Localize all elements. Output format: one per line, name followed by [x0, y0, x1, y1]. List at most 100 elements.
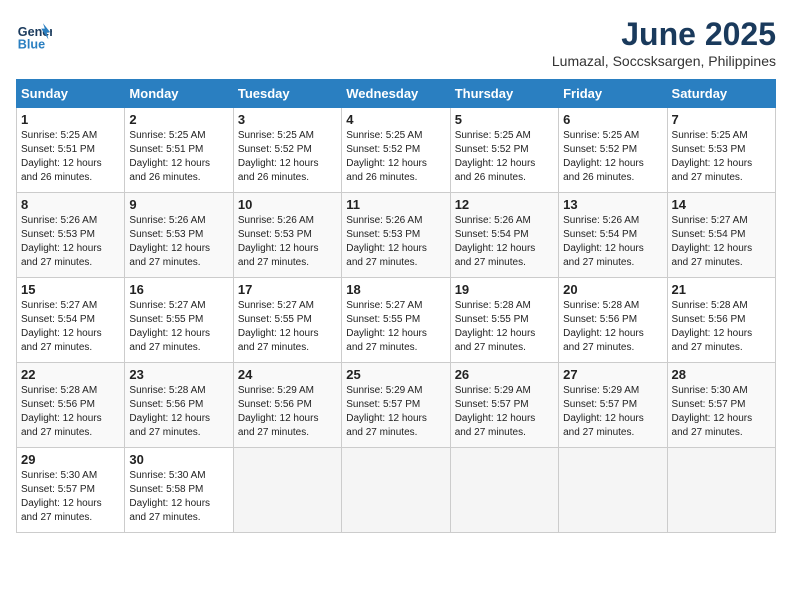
day-number: 10 [238, 197, 337, 212]
day-number: 8 [21, 197, 120, 212]
day-info: Sunrise: 5:27 AMSunset: 5:55 PMDaylight:… [346, 299, 445, 355]
day-info: Sunrise: 5:25 AMSunset: 5:53 PMDaylight:… [672, 129, 771, 185]
calendar-cell: 30 Sunrise: 5:30 AMSunset: 5:58 PMDayligh… [125, 448, 233, 533]
calendar-table: Sunday Monday Tuesday Wednesday Thursday… [16, 79, 776, 533]
day-number: 21 [672, 282, 771, 297]
day-info: Sunrise: 5:26 AMSunset: 5:53 PMDaylight:… [129, 214, 228, 270]
calendar-cell: 18 Sunrise: 5:27 AMSunset: 5:55 PMDayligh… [342, 278, 450, 363]
day-number: 12 [455, 197, 554, 212]
calendar-cell: 15 Sunrise: 5:27 AMSunset: 5:54 PMDayligh… [17, 278, 125, 363]
day-number: 19 [455, 282, 554, 297]
day-info: Sunrise: 5:27 AMSunset: 5:54 PMDaylight:… [21, 299, 120, 355]
calendar-week-4: 22 Sunrise: 5:28 AMSunset: 5:56 PMDayligh… [17, 363, 776, 448]
col-sunday: Sunday [17, 80, 125, 108]
day-number: 22 [21, 367, 120, 382]
day-number: 16 [129, 282, 228, 297]
day-info: Sunrise: 5:25 AMSunset: 5:52 PMDaylight:… [563, 129, 662, 185]
day-number: 24 [238, 367, 337, 382]
calendar-cell: 29 Sunrise: 5:30 AMSunset: 5:57 PMDayligh… [17, 448, 125, 533]
day-info: Sunrise: 5:28 AMSunset: 5:56 PMDaylight:… [21, 384, 120, 440]
day-number: 15 [21, 282, 120, 297]
col-saturday: Saturday [667, 80, 775, 108]
calendar-cell: 22 Sunrise: 5:28 AMSunset: 5:56 PMDayligh… [17, 363, 125, 448]
day-number: 9 [129, 197, 228, 212]
day-info: Sunrise: 5:25 AMSunset: 5:52 PMDaylight:… [346, 129, 445, 185]
calendar-week-1: 1 Sunrise: 5:25 AMSunset: 5:51 PMDaylight… [17, 108, 776, 193]
day-info: Sunrise: 5:28 AMSunset: 5:56 PMDaylight:… [563, 299, 662, 355]
calendar-cell: 11 Sunrise: 5:26 AMSunset: 5:53 PMDayligh… [342, 193, 450, 278]
col-friday: Friday [559, 80, 667, 108]
calendar-cell: 20 Sunrise: 5:28 AMSunset: 5:56 PMDayligh… [559, 278, 667, 363]
calendar-cell: 5Sunrise: 5:25 AMSunset: 5:52 PMDaylight… [450, 108, 558, 193]
calendar-cell: 21 Sunrise: 5:28 AMSunset: 5:56 PMDayligh… [667, 278, 775, 363]
header-row: Sunday Monday Tuesday Wednesday Thursday… [17, 80, 776, 108]
day-number: 30 [129, 452, 228, 467]
calendar-cell: 7 Sunrise: 5:25 AMSunset: 5:53 PMDaylight… [667, 108, 775, 193]
day-info: Sunrise: 5:28 AMSunset: 5:55 PMDaylight:… [455, 299, 554, 355]
day-info: Sunrise: 5:27 AMSunset: 5:55 PMDaylight:… [129, 299, 228, 355]
calendar-cell: 16 Sunrise: 5:27 AMSunset: 5:55 PMDayligh… [125, 278, 233, 363]
day-info: Sunrise: 5:29 AMSunset: 5:57 PMDaylight:… [563, 384, 662, 440]
calendar-cell [667, 448, 775, 533]
day-number: 7 [672, 112, 771, 127]
day-number: 17 [238, 282, 337, 297]
page-header: General Blue June 2025 Lumazal, Soccsksa… [16, 16, 776, 69]
day-info: Sunrise: 5:26 AMSunset: 5:54 PMDaylight:… [455, 214, 554, 270]
calendar-cell [342, 448, 450, 533]
day-number: 2 [129, 112, 228, 127]
calendar-cell: 17 Sunrise: 5:27 AMSunset: 5:55 PMDayligh… [233, 278, 341, 363]
day-info: Sunrise: 5:30 AMSunset: 5:57 PMDaylight:… [672, 384, 771, 440]
calendar-title: June 2025 [552, 16, 776, 53]
calendar-cell: 26Sunrise: 5:29 AMSunset: 5:57 PMDayligh… [450, 363, 558, 448]
day-info: Sunrise: 5:26 AMSunset: 5:53 PMDaylight:… [21, 214, 120, 270]
calendar-cell: 3Sunrise: 5:25 AMSunset: 5:52 PMDaylight… [233, 108, 341, 193]
calendar-cell: 23Sunrise: 5:28 AMSunset: 5:56 PMDayligh… [125, 363, 233, 448]
day-info: Sunrise: 5:25 AMSunset: 5:51 PMDaylight:… [129, 129, 228, 185]
day-info: Sunrise: 5:26 AMSunset: 5:54 PMDaylight:… [563, 214, 662, 270]
calendar-cell [233, 448, 341, 533]
day-info: Sunrise: 5:25 AMSunset: 5:52 PMDaylight:… [455, 129, 554, 185]
calendar-cell: 10 Sunrise: 5:26 AMSunset: 5:53 PMDayligh… [233, 193, 341, 278]
calendar-cell: 8 Sunrise: 5:26 AMSunset: 5:53 PMDaylight… [17, 193, 125, 278]
calendar-cell: 27Sunrise: 5:29 AMSunset: 5:57 PMDayligh… [559, 363, 667, 448]
calendar-cell: 13 Sunrise: 5:26 AMSunset: 5:54 PMDayligh… [559, 193, 667, 278]
calendar-cell: 19 Sunrise: 5:28 AMSunset: 5:55 PMDayligh… [450, 278, 558, 363]
calendar-cell: 14Sunrise: 5:27 AMSunset: 5:54 PMDayligh… [667, 193, 775, 278]
day-info: Sunrise: 5:26 AMSunset: 5:53 PMDaylight:… [238, 214, 337, 270]
day-info: Sunrise: 5:29 AMSunset: 5:57 PMDaylight:… [346, 384, 445, 440]
day-number: 13 [563, 197, 662, 212]
day-number: 26 [455, 367, 554, 382]
day-info: Sunrise: 5:27 AMSunset: 5:55 PMDaylight:… [238, 299, 337, 355]
day-info: Sunrise: 5:25 AMSunset: 5:51 PMDaylight:… [21, 129, 120, 185]
calendar-cell: 1 Sunrise: 5:25 AMSunset: 5:51 PMDaylight… [17, 108, 125, 193]
day-number: 3 [238, 112, 337, 127]
day-info: Sunrise: 5:30 AMSunset: 5:57 PMDaylight:… [21, 469, 120, 525]
calendar-cell: 12 Sunrise: 5:26 AMSunset: 5:54 PMDayligh… [450, 193, 558, 278]
col-monday: Monday [125, 80, 233, 108]
day-number: 29 [21, 452, 120, 467]
calendar-cell: 9 Sunrise: 5:26 AMSunset: 5:53 PMDaylight… [125, 193, 233, 278]
calendar-cell: 25Sunrise: 5:29 AMSunset: 5:57 PMDayligh… [342, 363, 450, 448]
calendar-cell: 4Sunrise: 5:25 AMSunset: 5:52 PMDaylight… [342, 108, 450, 193]
calendar-subtitle: Lumazal, Soccsksargen, Philippines [552, 53, 776, 69]
day-number: 18 [346, 282, 445, 297]
calendar-cell: 28 Sunrise: 5:30 AMSunset: 5:57 PMDayligh… [667, 363, 775, 448]
day-number: 6 [563, 112, 662, 127]
day-number: 11 [346, 197, 445, 212]
logo-icon: General Blue [16, 16, 52, 52]
logo: General Blue [16, 16, 52, 52]
calendar-week-5: 29 Sunrise: 5:30 AMSunset: 5:57 PMDayligh… [17, 448, 776, 533]
day-number: 20 [563, 282, 662, 297]
calendar-cell: 2 Sunrise: 5:25 AMSunset: 5:51 PMDaylight… [125, 108, 233, 193]
calendar-week-2: 8 Sunrise: 5:26 AMSunset: 5:53 PMDaylight… [17, 193, 776, 278]
day-number: 28 [672, 367, 771, 382]
day-info: Sunrise: 5:28 AMSunset: 5:56 PMDaylight:… [129, 384, 228, 440]
day-number: 14 [672, 197, 771, 212]
calendar-cell [559, 448, 667, 533]
day-number: 1 [21, 112, 120, 127]
calendar-week-3: 15 Sunrise: 5:27 AMSunset: 5:54 PMDayligh… [17, 278, 776, 363]
day-info: Sunrise: 5:26 AMSunset: 5:53 PMDaylight:… [346, 214, 445, 270]
title-block: June 2025 Lumazal, Soccsksargen, Philipp… [552, 16, 776, 69]
day-info: Sunrise: 5:28 AMSunset: 5:56 PMDaylight:… [672, 299, 771, 355]
day-info: Sunrise: 5:30 AMSunset: 5:58 PMDaylight:… [129, 469, 228, 525]
